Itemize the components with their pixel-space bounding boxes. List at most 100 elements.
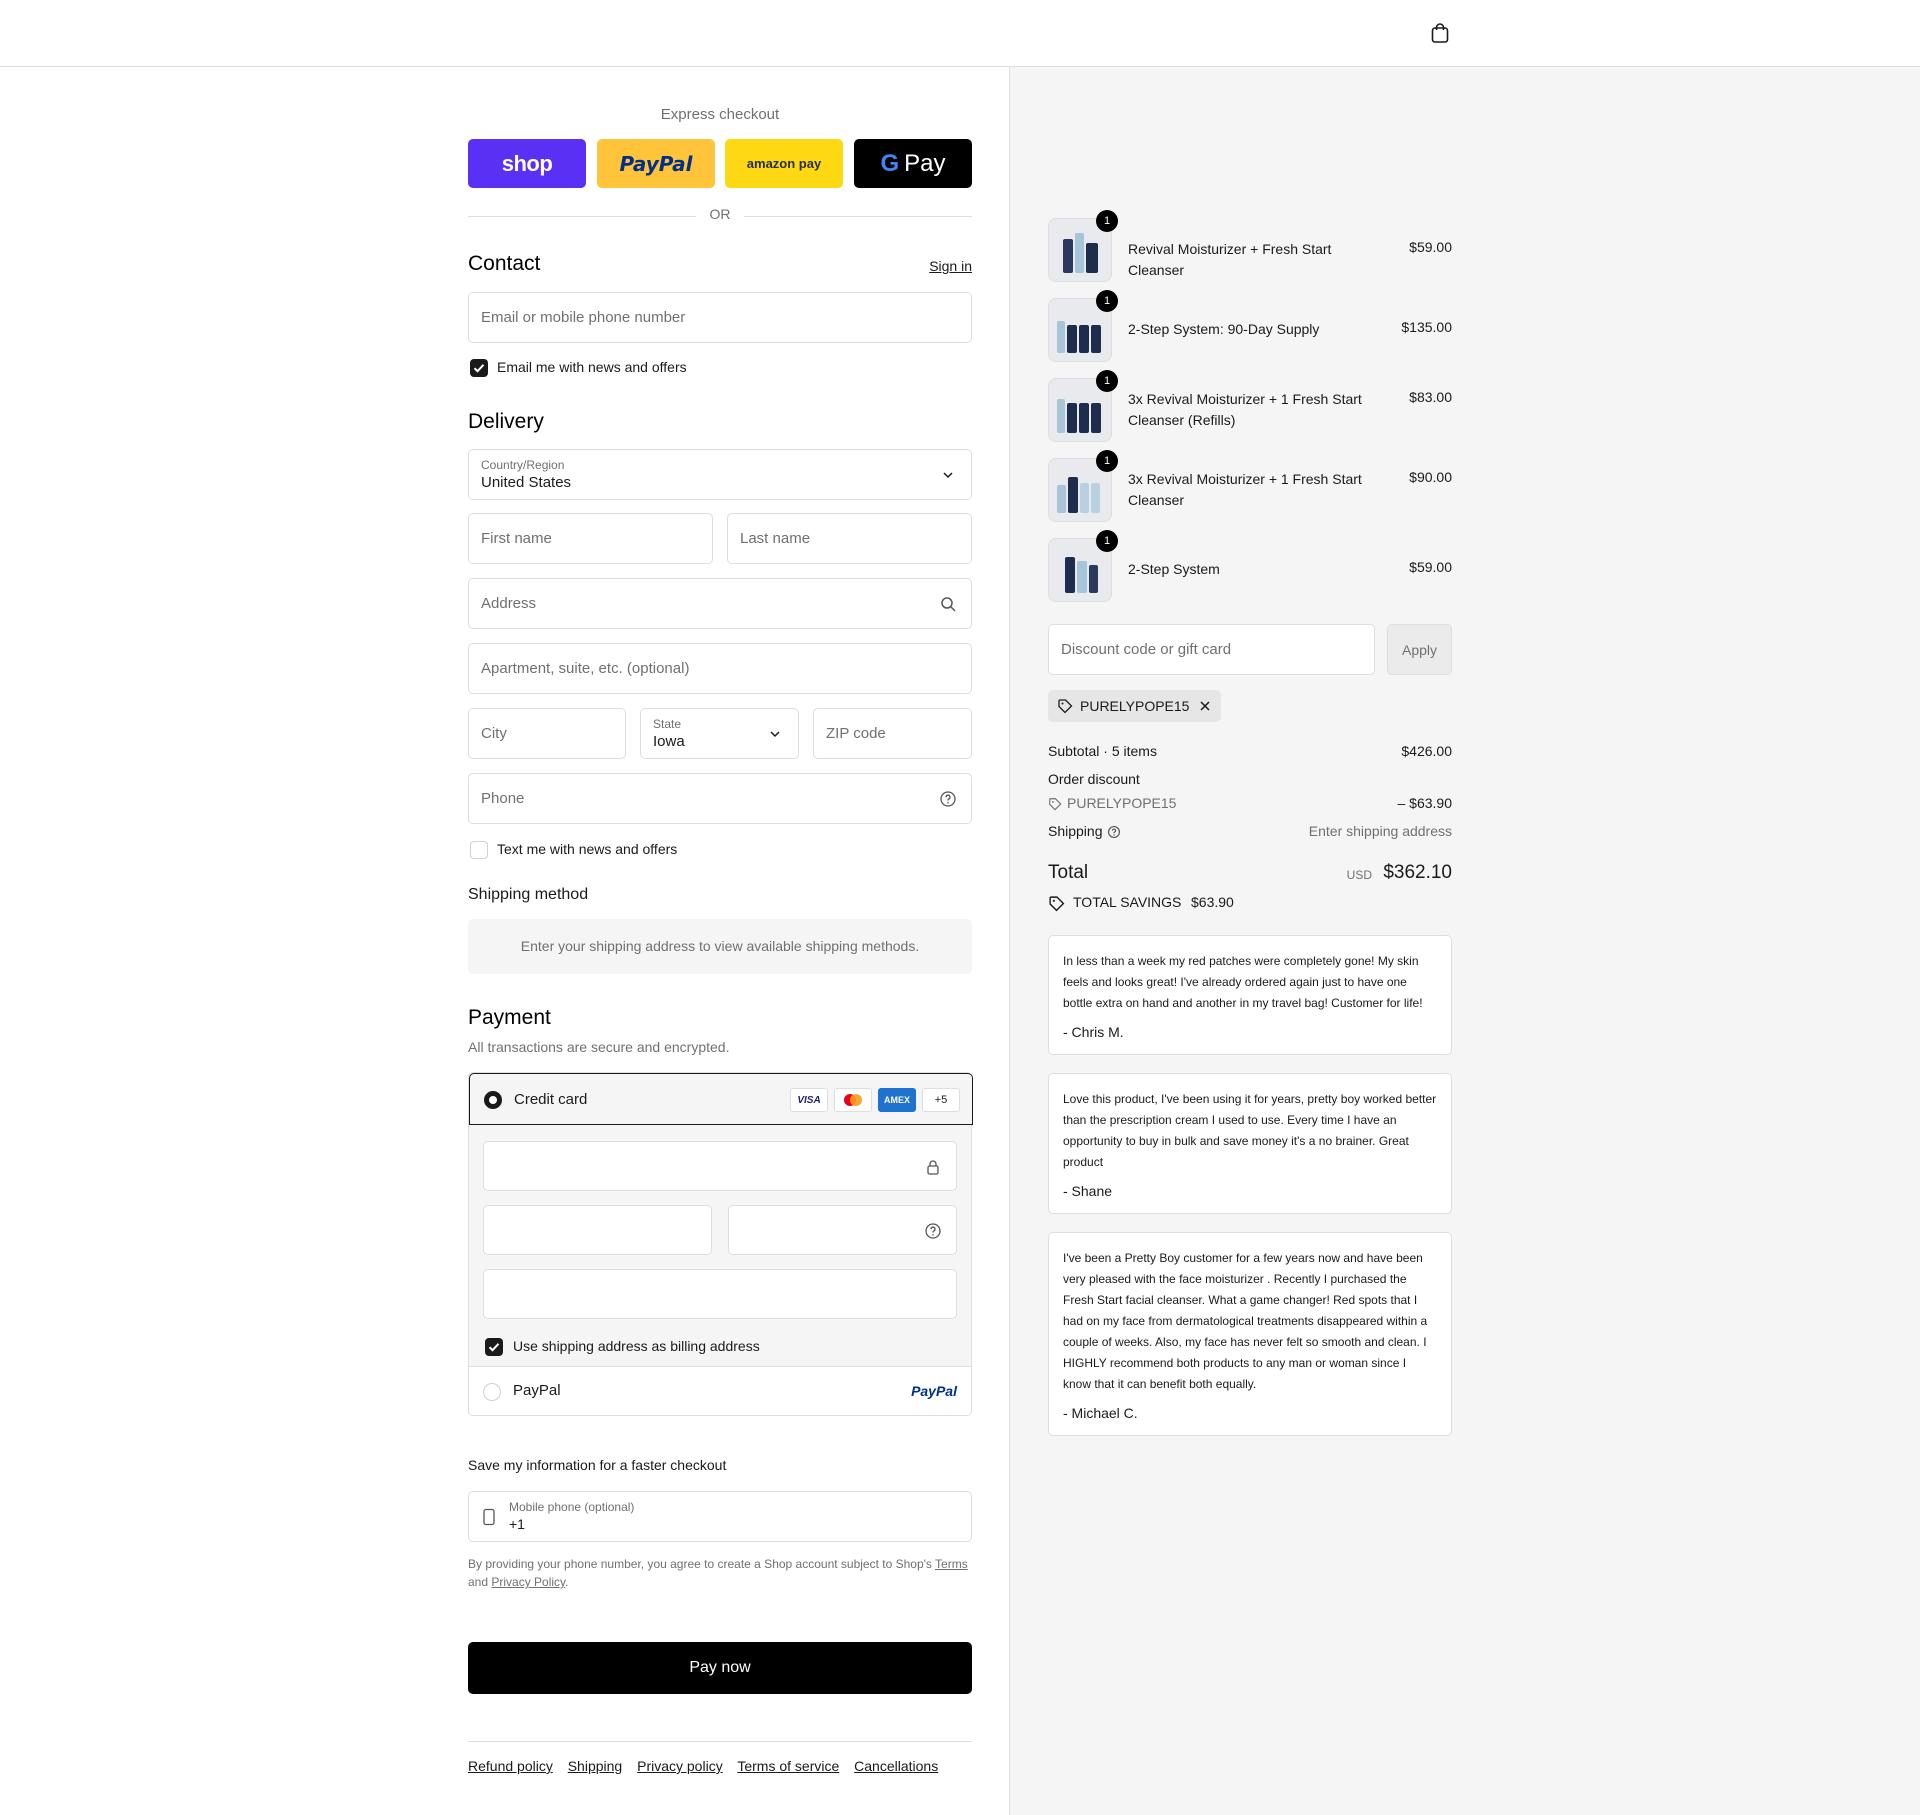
review-text: I've been a Pretty Boy customer for a fe…	[1063, 1251, 1428, 1391]
delivery-heading: Delivery	[468, 410, 544, 433]
footer-divider	[468, 1741, 972, 1742]
email-field[interactable]: Email or mobile phone number	[468, 292, 972, 343]
shopping-bag-icon[interactable]	[1428, 21, 1452, 45]
card-number-field[interactable]	[483, 1141, 957, 1191]
savings-label: TOTAL SAVINGS	[1073, 894, 1182, 910]
shop-pay-button[interactable]: shop	[468, 139, 586, 188]
save-info-heading: Save my information for a faster checkou…	[468, 1457, 727, 1473]
text-news-label: Text me with news and offers	[497, 841, 678, 857]
city-field[interactable]: City	[468, 708, 626, 759]
express-checkout-title: Express checkout	[660, 106, 780, 123]
zip-field[interactable]: ZIP code	[813, 708, 972, 759]
terms-of-service-link[interactable]: Terms of service	[737, 1758, 839, 1774]
terms-link[interactable]: Terms	[935, 1557, 968, 1571]
google-pay-button[interactable]: G Pay	[854, 139, 972, 188]
product-price: $59.00	[1409, 559, 1452, 575]
tag-icon	[1058, 699, 1073, 714]
product-name: 2-Step System: 90-Day Supply	[1128, 321, 1320, 337]
text-news-checkbox[interactable]	[470, 841, 488, 859]
line-item: 1 Revival Moisturizer + Fresh Start Clea…	[1048, 210, 1452, 282]
credit-card-radio[interactable]	[484, 1091, 502, 1109]
expiration-date-field[interactable]	[483, 1205, 712, 1255]
quantity-badge: 1	[1096, 530, 1118, 552]
address-placeholder: Address	[481, 595, 537, 612]
total-label: Total	[1048, 862, 1089, 883]
billing-address-label: Use shipping address as billing address	[513, 1338, 760, 1354]
pay-now-button[interactable]: Pay now	[468, 1642, 972, 1694]
apartment-field[interactable]: Apartment, suite, etc. (optional)	[468, 643, 972, 694]
privacy-policy-footer-link[interactable]: Privacy policy	[637, 1758, 723, 1774]
apply-label: Apply	[1401, 641, 1438, 658]
discount-code-field[interactable]: Discount code or gift card	[1048, 624, 1375, 675]
last-name-placeholder: Last name	[740, 530, 811, 547]
chevron-down-icon	[943, 472, 953, 479]
tag-icon	[1049, 896, 1065, 912]
mobile-phone-field[interactable]: Mobile phone (optional) +1	[468, 1491, 972, 1542]
review-card: I've been a Pretty Boy customer for a fe…	[1048, 1232, 1452, 1436]
subtotal-label: Subtotal · 5 items	[1048, 743, 1157, 759]
shipping-row: Shipping Enter shipping address	[1048, 823, 1452, 839]
amazon-pay-button[interactable]: amazon pay	[725, 139, 843, 188]
legal-text-prefix: By providing your phone number, you agre…	[468, 1557, 932, 1571]
chevron-down-icon	[770, 731, 780, 738]
discount-code-label: PURELYPOPE15	[1067, 795, 1177, 811]
more-cards-badge: +5	[922, 1088, 960, 1112]
cancellations-link[interactable]: Cancellations	[854, 1758, 938, 1774]
paypal-express-button[interactable]: PayPal	[597, 139, 715, 188]
product-price: $59.00	[1409, 239, 1452, 255]
phone-field[interactable]: Phone	[468, 773, 972, 824]
help-circle-icon[interactable]	[1107, 825, 1121, 839]
mobile-phone-value: +1	[509, 1516, 525, 1532]
contact-heading: Contact	[468, 252, 541, 275]
privacy-policy-link[interactable]: Privacy Policy	[491, 1575, 565, 1589]
close-icon[interactable]	[1198, 699, 1212, 713]
line-item: 1 2-Step System: 90-Day Supply $135.00	[1048, 290, 1452, 362]
quantity-badge: 1	[1096, 450, 1118, 472]
shipping-label: Shipping	[1048, 823, 1103, 839]
paypal-radio[interactable]	[483, 1383, 501, 1401]
security-code-field[interactable]	[728, 1205, 957, 1255]
billing-address-checkbox[interactable]	[485, 1338, 503, 1356]
phone-placeholder: Phone	[481, 790, 525, 807]
amazon-pay-label: amazon pay	[746, 156, 822, 171]
line-item: 1 3x Revival Moisturizer + 1 Fresh Start…	[1048, 450, 1452, 522]
review-card: Love this product, I've been using it fo…	[1048, 1073, 1452, 1214]
review-text: In less than a week my red patches were …	[1063, 954, 1423, 1010]
or-label: OR	[709, 206, 731, 222]
payment-heading: Payment	[468, 1006, 551, 1029]
email-news-label: Email me with news and offers	[497, 359, 687, 375]
subtotal-row: Subtotal · 5 items $426.00	[1048, 743, 1452, 759]
shipping-method-message: Enter your shipping address to view avai…	[468, 919, 972, 974]
legal-text-end: .	[565, 1575, 569, 1589]
paypal-express-label: PayPal	[619, 151, 693, 176]
payment-subtitle: All transactions are secure and encrypte…	[468, 1039, 730, 1055]
product-price: $135.00	[1401, 319, 1452, 335]
mobile-phone-label: Mobile phone (optional)	[509, 1500, 635, 1514]
help-circle-icon[interactable]	[924, 1222, 942, 1240]
last-name-field[interactable]: Last name	[727, 513, 972, 564]
mastercard-icon	[834, 1088, 872, 1112]
state-select[interactable]: State Iowa	[640, 708, 799, 759]
name-on-card-field[interactable]	[483, 1269, 957, 1319]
shipping-policy-link[interactable]: Shipping	[568, 1758, 623, 1774]
paypal-option[interactable]: PayPal PayPal	[469, 1367, 971, 1416]
payment-methods: Credit card VISA AMEX +5 Use shipping ad…	[468, 1072, 973, 1416]
order-discount-row: Order discount	[1048, 771, 1452, 787]
sign-in-link[interactable]: Sign in	[929, 258, 972, 274]
lock-icon	[927, 1160, 939, 1175]
credit-card-option[interactable]: Credit card VISA AMEX +5	[469, 1073, 973, 1125]
line-item: 1 3x Revival Moisturizer + 1 Fresh Start…	[1048, 370, 1452, 442]
address-field[interactable]: Address	[468, 578, 972, 629]
first-name-field[interactable]: First name	[468, 513, 713, 564]
order-discount-label: Order discount	[1048, 771, 1140, 787]
country-select[interactable]: Country/Region United States	[468, 449, 972, 500]
quantity-badge: 1	[1096, 370, 1118, 392]
help-circle-icon[interactable]	[939, 790, 957, 808]
email-news-checkbox[interactable]	[470, 359, 488, 377]
google-g-icon: G	[880, 149, 900, 177]
discount-placeholder: Discount code or gift card	[1061, 641, 1232, 658]
refund-policy-link[interactable]: Refund policy	[468, 1758, 553, 1774]
credit-card-form: Use shipping address as billing address	[469, 1125, 971, 1367]
apply-discount-button[interactable]: Apply	[1387, 624, 1452, 675]
review-author: - Shane	[1063, 1183, 1113, 1199]
